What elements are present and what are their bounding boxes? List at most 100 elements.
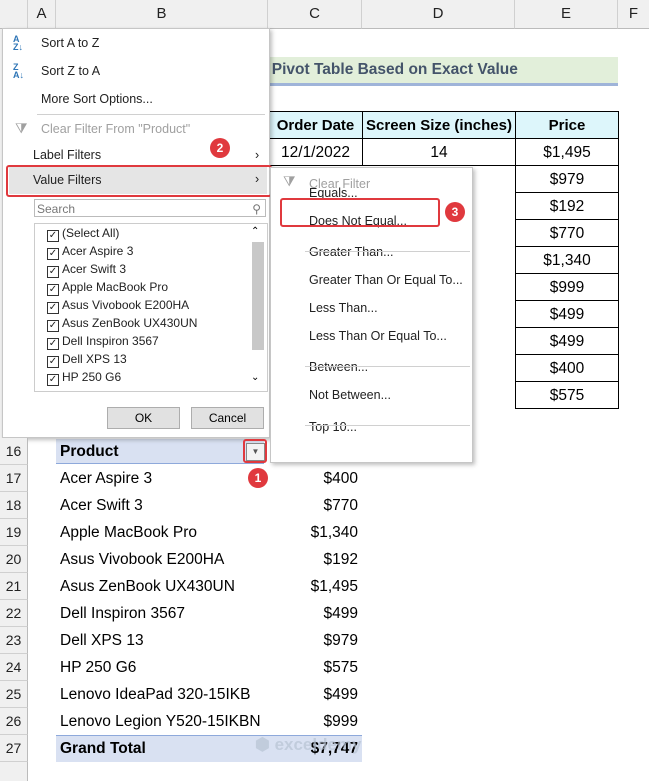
list-checkbox-item[interactable]: ✓ Apple MacBook Pro xyxy=(47,280,168,296)
list-item-label: Apple MacBook Pro xyxy=(62,280,169,294)
price-cell: $499 xyxy=(515,300,619,328)
row-header[interactable]: 21 xyxy=(0,573,28,600)
ok-button[interactable]: OK xyxy=(107,407,180,429)
checkbox-checked-icon[interactable]: ✓ xyxy=(47,302,59,314)
col-header-c[interactable]: C xyxy=(268,0,362,29)
pivot-row-value: $770 xyxy=(323,497,358,514)
scroll-thumb[interactable] xyxy=(252,242,264,350)
list-checkbox-item[interactable]: ✓ Acer Swift 3 xyxy=(47,262,126,278)
row-header[interactable]: 22 xyxy=(0,600,28,627)
row-header[interactable]: 19 xyxy=(0,519,28,546)
list-checkbox-item[interactable]: ✓ Dell XPS 13 xyxy=(47,352,127,368)
checkbox-checked-icon[interactable]: ✓ xyxy=(47,230,59,242)
pivot-row-label: Acer Swift 3 xyxy=(60,497,143,514)
table-header: Screen Size (inches) xyxy=(362,111,516,139)
step-badge-2: 2 xyxy=(210,138,230,158)
list-scrollbar[interactable]: ⌃ ⌄ xyxy=(251,226,265,386)
table-header: Price xyxy=(515,111,619,139)
pivot-header-product: Product xyxy=(60,443,119,460)
list-checkbox-item[interactable]: ✓ Acer Aspire 3 xyxy=(47,244,133,260)
price-cell: $979 xyxy=(515,165,619,193)
col-header-f[interactable]: F xyxy=(618,0,649,29)
list-checkbox-item[interactable]: ✓ Dell Inspiron 3567 xyxy=(47,334,159,350)
pivot-row-value: $1,340 xyxy=(310,524,358,541)
highlight-value-filters xyxy=(6,165,272,197)
pivot-row-label: Dell Inspiron 3567 xyxy=(60,605,185,622)
list-checkbox-item[interactable]: ✓ Asus Vivobook E200HA xyxy=(47,298,189,314)
col-header-d[interactable]: D xyxy=(362,0,515,29)
highlight-dropdown xyxy=(243,439,267,463)
row-header[interactable]: 16 xyxy=(0,438,28,465)
row-header[interactable]: 17 xyxy=(0,465,28,492)
row-header[interactable]: 25 xyxy=(0,681,28,708)
checkbox-checked-icon[interactable]: ✓ xyxy=(47,266,59,278)
list-checkbox-item[interactable]: ✓ Asus ZenBook UX430UN xyxy=(47,316,197,332)
chevron-right-icon: › xyxy=(255,148,260,162)
price-cell: $1,340 xyxy=(515,246,619,274)
submenu-item[interactable]: Not Between... xyxy=(309,388,391,402)
sort-a-to-z[interactable]: Sort A to Z xyxy=(41,36,99,50)
submenu-item[interactable]: Less Than... xyxy=(309,301,378,315)
scroll-up-icon[interactable]: ⌃ xyxy=(251,226,259,237)
list-item-label: Acer Aspire 3 xyxy=(62,244,134,258)
col-header-b[interactable]: B xyxy=(56,0,268,29)
submenu-item[interactable]: Top 10... xyxy=(309,420,357,434)
checkbox-checked-icon[interactable]: ✓ xyxy=(47,338,59,350)
pivot-row-value: $1,495 xyxy=(310,578,358,595)
sort-za-icon: Z A↓ xyxy=(13,62,24,80)
col-header-e[interactable]: E xyxy=(515,0,618,29)
checkbox-checked-icon[interactable]: ✓ xyxy=(47,356,59,368)
label-filters[interactable]: Label Filters xyxy=(33,148,101,162)
price-cell: $1,495 xyxy=(515,138,619,166)
submenu-item[interactable]: Between... xyxy=(309,360,368,374)
list-checkbox-item[interactable]: ✓ HP 250 G6 xyxy=(47,370,121,386)
price-cell: $575 xyxy=(515,381,619,409)
row-header[interactable]: 23 xyxy=(0,627,28,654)
checkbox-checked-icon[interactable]: ✓ xyxy=(47,248,59,260)
step-badge-1: 1 xyxy=(248,468,268,488)
submenu-item[interactable]: Less Than Or Equal To... xyxy=(309,329,447,343)
table-header: Order Date xyxy=(268,111,363,139)
pivot-row-value: $979 xyxy=(323,632,358,649)
order-date-cell: 12/1/2022 xyxy=(268,138,363,166)
submenu-item[interactable]: Greater Than Or Equal To... xyxy=(309,273,463,287)
cancel-button[interactable]: Cancel xyxy=(191,407,264,429)
scroll-down-icon[interactable]: ⌄ xyxy=(251,372,259,383)
pivot-row-value: $575 xyxy=(323,659,358,676)
list-item-label: Dell Inspiron 3567 xyxy=(62,334,159,348)
list-item-label: Dell XPS 13 xyxy=(62,352,127,366)
screen-size-cell: 14 xyxy=(362,138,516,166)
pivot-row-label: Lenovo IdeaPad 320-15IKB xyxy=(60,686,251,703)
highlight-equals xyxy=(280,198,440,227)
row-header[interactable]: 20 xyxy=(0,546,28,573)
pivot-row-label: HP 250 G6 xyxy=(60,659,137,676)
select-all-corner[interactable] xyxy=(0,0,28,29)
price-cell: $400 xyxy=(515,354,619,382)
filter-dropdown-menu: A Z↓ Sort A to Z Z A↓ Sort Z to A More Sor… xyxy=(2,28,270,438)
checkbox-checked-icon[interactable]: ✓ xyxy=(47,374,59,386)
list-item-label: Asus ZenBook UX430UN xyxy=(62,316,198,330)
watermark-logo: ⬢ exceldemy xyxy=(255,735,362,754)
pivot-row-label: Asus Vivobook E200HA xyxy=(60,551,225,568)
submenu-item[interactable]: Greater Than... xyxy=(309,245,394,259)
checkbox-checked-icon[interactable]: ✓ xyxy=(47,320,59,332)
pivot-row-label: Apple MacBook Pro xyxy=(60,524,197,541)
pivot-row-value: $499 xyxy=(323,686,358,703)
sort-z-to-a[interactable]: Sort Z to A xyxy=(41,64,100,78)
grand-total-label: Grand Total xyxy=(60,740,146,757)
price-cell: $999 xyxy=(515,273,619,301)
clear-filter-icon: ⧩ xyxy=(283,173,296,189)
list-checkbox-item[interactable]: ✓ (Select All) xyxy=(47,226,119,242)
search-input[interactable]: Search ⚲ xyxy=(34,199,266,217)
row-header[interactable]: 18 xyxy=(0,492,28,519)
checkbox-checked-icon[interactable]: ✓ xyxy=(47,284,59,296)
row-header[interactable]: 27 xyxy=(0,735,28,762)
row-header[interactable]: 26 xyxy=(0,708,28,735)
row-header[interactable]: 24 xyxy=(0,654,28,681)
sort-az-icon: A Z↓ xyxy=(13,34,23,52)
price-cell: $192 xyxy=(515,192,619,220)
col-header-a[interactable]: A xyxy=(28,0,56,29)
price-cell: $770 xyxy=(515,219,619,247)
more-sort-options[interactable]: More Sort Options... xyxy=(41,92,153,106)
search-placeholder: Search xyxy=(37,202,76,216)
